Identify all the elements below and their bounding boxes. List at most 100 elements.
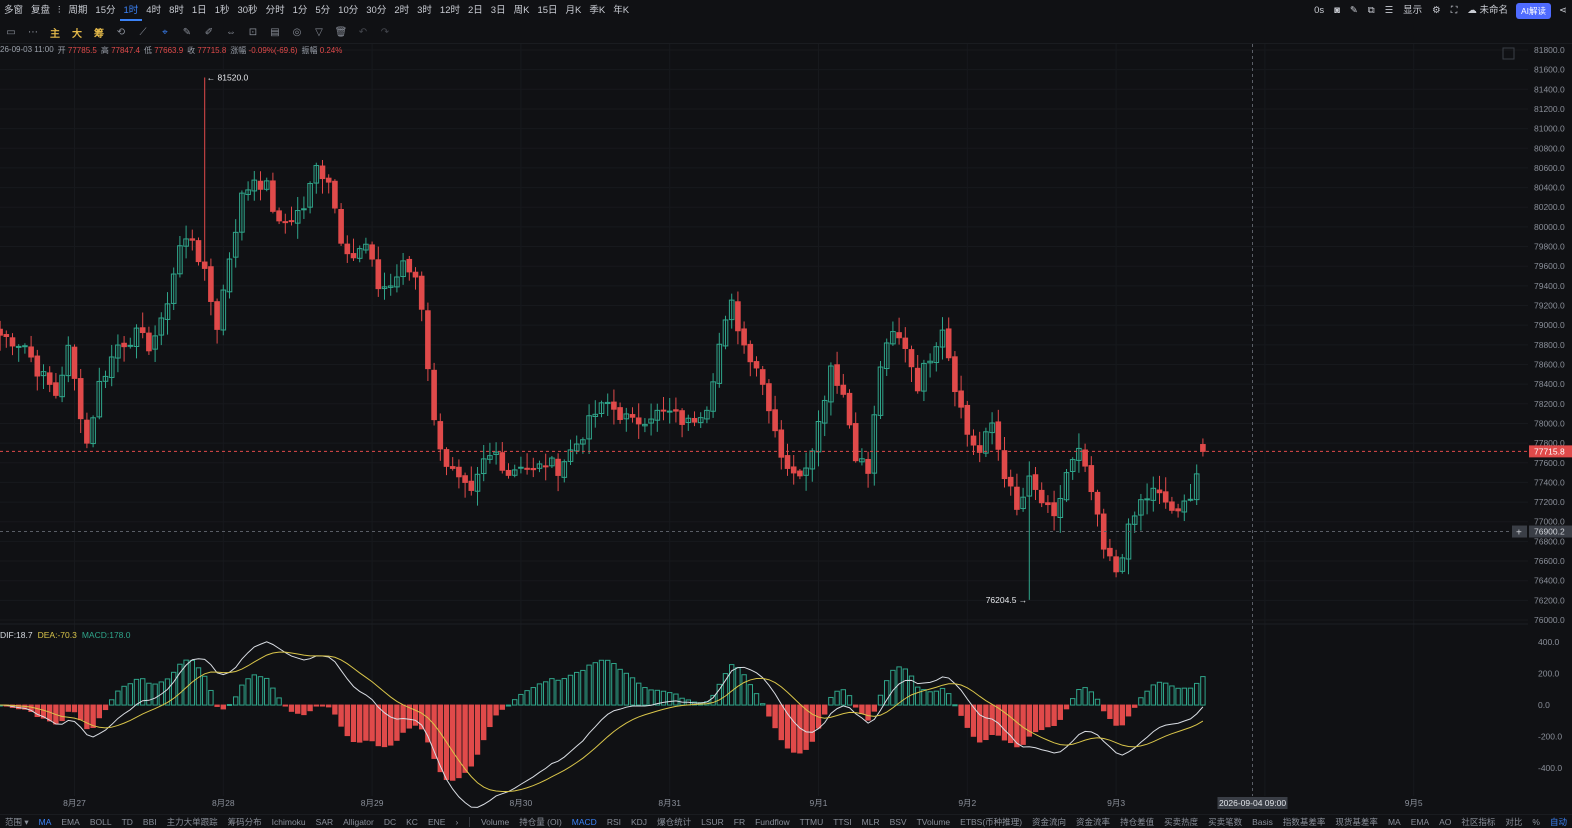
filter-icon[interactable]: ▽: [308, 27, 330, 38]
main-ind-7[interactable]: Ichimoku: [267, 817, 311, 827]
draw-line-icon[interactable]: ⟋: [132, 27, 154, 38]
topbar-p3h[interactable]: 3时: [413, 0, 436, 21]
topbar-p8h[interactable]: 8时: [165, 0, 188, 21]
topbar-p5m[interactable]: 5分: [311, 0, 334, 21]
topbar-pweek[interactable]: 周K: [510, 0, 534, 21]
main-ind-0[interactable]: MA: [34, 817, 57, 827]
sub-ind-14[interactable]: ETBS(币种推理): [955, 816, 1027, 828]
magnet-icon[interactable]: ◎: [286, 27, 308, 38]
main-ind-6[interactable]: 筹码分布: [223, 816, 267, 828]
candlestick-chart[interactable]: 76000.0 76200.0 76400.0 76600.0 76800.0 77000…: [0, 44, 1572, 814]
sub-ind-11[interactable]: MLR: [857, 817, 885, 827]
sub-ind-21[interactable]: 指数基差率: [1278, 816, 1331, 828]
topbar-multi-window[interactable]: 多窗: [0, 0, 27, 21]
chart-type-icon[interactable]: ⫶: [54, 0, 64, 21]
main-ind-5[interactable]: 主力大单跟踪: [162, 816, 223, 828]
topbar-p30m[interactable]: 30分: [362, 0, 390, 21]
topbar-p2d[interactable]: 2日: [464, 0, 487, 21]
main-ind-12[interactable]: ENE: [423, 817, 450, 827]
tail-1[interactable]: 对比: [1500, 816, 1527, 828]
chip-toggle[interactable]: 筹: [88, 25, 110, 40]
undo-icon[interactable]: ↶: [352, 27, 374, 38]
main-ind-2[interactable]: BOLL: [85, 817, 117, 827]
sub-ind-19[interactable]: 买卖笔数: [1203, 816, 1247, 828]
countdown-label[interactable]: 0s: [1309, 0, 1329, 21]
topbar-p2h[interactable]: 2时: [390, 0, 413, 21]
measure-icon[interactable]: ⇔: [220, 27, 242, 38]
main-ind-next[interactable]: ›: [450, 817, 463, 827]
topbar-ptime[interactable]: 分时: [262, 0, 289, 21]
main-indicator-toggle[interactable]: 主: [44, 25, 66, 40]
menu-icon[interactable]: ☰: [1380, 0, 1399, 21]
pencil-icon[interactable]: ✎: [176, 27, 198, 38]
edit-icon[interactable]: ✎: [1345, 0, 1363, 21]
sub-ind-9[interactable]: TTMU: [795, 817, 829, 827]
topbar-period-menu[interactable]: 周期: [64, 0, 91, 21]
sub-ind-4[interactable]: KDJ: [626, 817, 652, 827]
settings-icon[interactable]: ⚙: [1427, 0, 1446, 21]
sub-ind-0[interactable]: Volume: [476, 817, 514, 827]
topbar-p30s[interactable]: 30秒: [233, 0, 261, 21]
main-ind-11[interactable]: KC: [401, 817, 423, 827]
sub-ind-24[interactable]: EMA: [1406, 817, 1434, 827]
camera-icon[interactable]: ◙: [1329, 0, 1345, 21]
sub-ind-15[interactable]: 资金流向: [1027, 816, 1071, 828]
range-selector[interactable]: 范围 ▾: [0, 816, 34, 828]
redo-icon[interactable]: ↷: [374, 27, 396, 38]
main-ind-9[interactable]: Alligator: [338, 817, 379, 827]
layout-name[interactable]: ☁ 未命名: [1462, 0, 1513, 21]
main-ind-10[interactable]: DC: [379, 817, 401, 827]
topbar-p10m[interactable]: 10分: [334, 0, 362, 21]
sub-ind-18[interactable]: 买卖热度: [1159, 816, 1203, 828]
frame-icon[interactable]: ⧉: [1363, 0, 1380, 21]
rectangle-icon[interactable]: ▭: [0, 27, 22, 38]
sub-ind-8[interactable]: Fundflow: [750, 817, 795, 827]
topbar-p1m[interactable]: 1分: [289, 0, 312, 21]
main-ind-3[interactable]: TD: [117, 817, 138, 827]
sub-ind-1[interactable]: 持仓量 (OI): [514, 816, 567, 828]
big-order-toggle[interactable]: 大: [66, 25, 88, 40]
sub-ind-22[interactable]: 现货基差率: [1330, 816, 1383, 828]
note-icon[interactable]: ▤: [264, 27, 286, 38]
topbar-p12h[interactable]: 12时: [436, 0, 464, 21]
sub-ind-17[interactable]: 持仓差值: [1115, 816, 1159, 828]
sub-ind-20[interactable]: Basis: [1247, 817, 1278, 827]
trash-icon[interactable]: 🗑: [330, 27, 352, 38]
brush-icon[interactable]: ✐: [198, 27, 220, 38]
display-button[interactable]: 显示: [1398, 0, 1427, 21]
topbar-replay[interactable]: 复盘: [27, 0, 54, 21]
tail-3[interactable]: 自动: [1545, 816, 1572, 828]
topbar-pyear[interactable]: 年K: [609, 0, 633, 21]
sub-ind-6[interactable]: LSUR: [696, 817, 729, 827]
topbar-p3d[interactable]: 3日: [487, 0, 510, 21]
sub-ind-16[interactable]: 资金流率: [1071, 816, 1115, 828]
more-icon[interactable]: ⋯: [22, 27, 44, 38]
topbar-p1d[interactable]: 1日: [188, 0, 211, 21]
topbar-pmonth[interactable]: 月K: [562, 0, 586, 21]
tail-0[interactable]: 社区指标: [1456, 816, 1500, 828]
fullscreen-icon[interactable]: ⛶: [1446, 0, 1463, 21]
topbar-p15m[interactable]: 15分: [91, 0, 119, 21]
sub-ind-3[interactable]: RSI: [602, 817, 626, 827]
share-icon[interactable]: ⋖: [1554, 0, 1572, 21]
main-ind-4[interactable]: BBI: [138, 817, 162, 827]
sub-ind-2[interactable]: MACD: [567, 817, 602, 827]
sub-ind-13[interactable]: TVolume: [912, 817, 956, 827]
sub-ind-10[interactable]: TTSI: [828, 817, 856, 827]
sub-ind-12[interactable]: BSV: [885, 817, 912, 827]
topbar-p1s[interactable]: 1秒: [211, 0, 234, 21]
lock-icon[interactable]: ⊡: [242, 27, 264, 38]
tail-2[interactable]: %: [1527, 817, 1545, 827]
topbar-pquarter[interactable]: 季K: [585, 0, 609, 21]
main-ind-8[interactable]: SAR: [311, 817, 338, 827]
sub-ind-5[interactable]: 爆仓统计: [652, 816, 696, 828]
main-ind-1[interactable]: EMA: [56, 817, 84, 827]
topbar-p15d[interactable]: 15日: [533, 0, 561, 21]
sub-ind-7[interactable]: FR: [729, 817, 750, 827]
ai-button[interactable]: AI解读: [1516, 2, 1552, 19]
topbar-p4h[interactable]: 4时: [142, 0, 165, 21]
cursor-icon[interactable]: ⌖: [154, 27, 176, 38]
sub-ind-23[interactable]: MA: [1383, 817, 1406, 827]
sub-ind-25[interactable]: AO: [1434, 817, 1456, 827]
topbar-p1h[interactable]: 1时: [119, 0, 143, 21]
